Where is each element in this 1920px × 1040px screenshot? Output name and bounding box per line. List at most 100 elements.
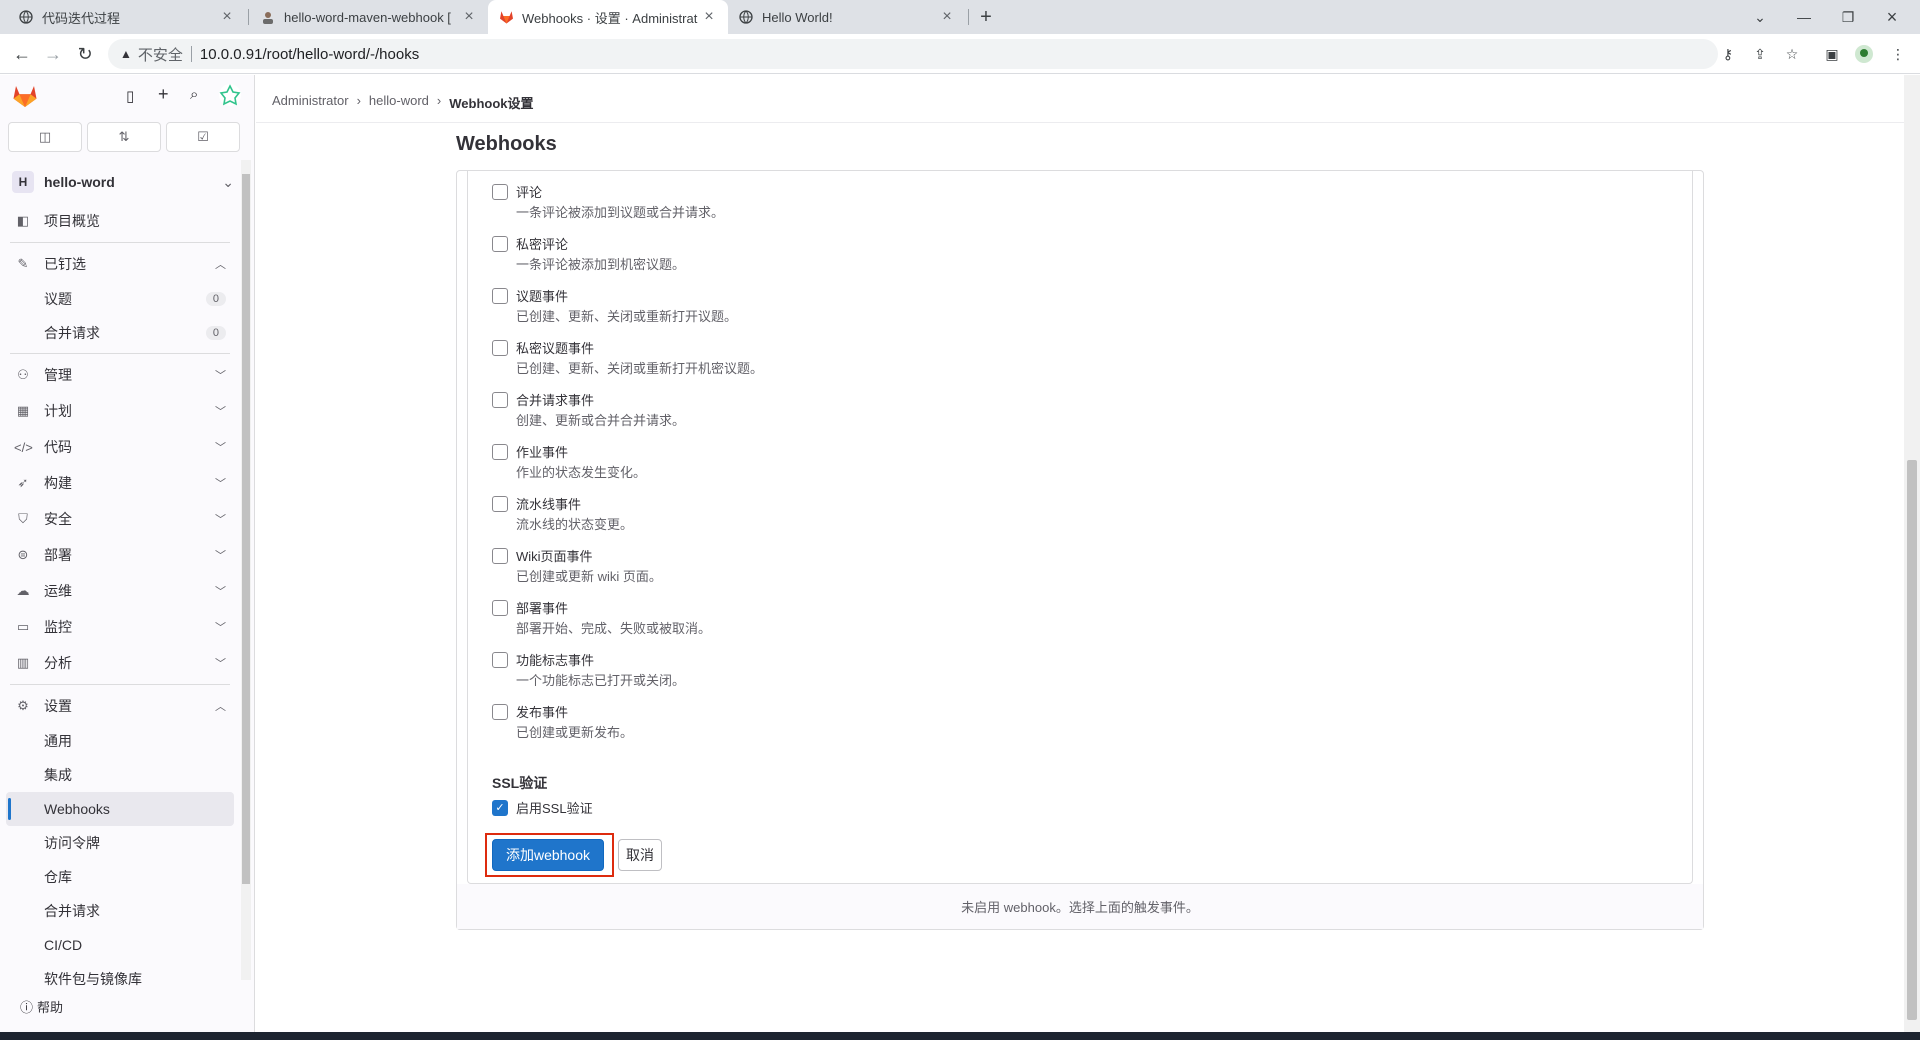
chevron-down-icon: ﹀ [215,442,226,454]
sidebar-item-merge-requests[interactable]: 合并请求 0 [0,316,240,350]
sidebar-item-issues[interactable]: 议题 0 [0,282,240,316]
sidebar-item-general[interactable]: 通用 [0,724,240,758]
event-checkbox[interactable] [492,704,508,720]
event-description: 已创建、更新、关闭或重新打开机密议题。 [516,361,764,376]
sidebar-item-deploy[interactable]: ⊜ 部署 ﹀ [0,537,240,573]
gitlab-logo-icon[interactable] [12,84,38,113]
add-webhook-button[interactable]: 添加webhook [492,839,604,871]
sidebar-item-code[interactable]: </> 代码 ﹀ [0,429,240,465]
reload-icon[interactable]: ↻ [73,42,97,66]
help-link[interactable]: ⓘ 帮助 [20,997,63,1016]
scrollbar-thumb[interactable] [1907,460,1917,1020]
sidebar-item-webhooks[interactable]: Webhooks [6,792,234,826]
profile-avatar-icon[interactable] [1852,42,1876,66]
new-tab-button[interactable]: + [964,0,1008,34]
create-new-icon[interactable]: + [158,84,169,105]
globe-icon [18,9,34,25]
close-icon[interactable]: × [460,8,478,26]
chevron-down-icon: ﹀ [215,370,226,382]
event-label: 作业事件 [516,445,569,460]
event-label: 评论 [516,185,543,200]
event-label: 合并请求事件 [516,393,595,408]
scrollbar-thumb[interactable] [242,174,250,884]
event-checkbox[interactable] [492,340,508,356]
forward-icon[interactable]: → [41,42,65,66]
sidebar-item-repository[interactable]: 仓库 [0,860,240,894]
sidebar-item-monitor[interactable]: ▭ 监控 ﹀ [0,609,240,645]
event-description: 作业的状态发生变化。 [516,465,647,480]
event-checkbox[interactable] [492,392,508,408]
sidebar-item-packages-registries[interactable]: 软件包与镜像库 [0,962,240,996]
bookmark-star-icon[interactable]: ☆ [1780,42,1804,66]
sidebar-item-build[interactable]: ➶ 构建 ﹀ [0,465,240,501]
ssl-verification-option[interactable]: ✓ 启用SSL验证 [492,798,593,817]
event-checkbox[interactable] [492,548,508,564]
cancel-button[interactable]: 取消 [618,839,662,871]
sidebar-item-label: 分析 [44,655,72,671]
project-switcher[interactable]: H hello-word ⌄ [8,165,240,199]
sidebar-item-merge-request-settings[interactable]: 合并请求 [0,894,240,928]
issues-icon[interactable]: ◫ [8,122,82,152]
user-avatar-icon[interactable] [218,83,242,112]
event-checkbox[interactable] [492,600,508,616]
browser-tab[interactable]: hello-word-maven-webhook [ × [250,0,488,34]
todo-icon[interactable]: ☑ [166,122,240,152]
sidebar-header: ▯ + ⌕ [0,75,255,117]
browser-tab[interactable]: Hello World! × [728,0,966,34]
browser-tab[interactable]: 代码迭代过程 × [8,0,246,34]
sidebar-item-project-overview[interactable]: ◧ 项目概览 [0,203,240,239]
sidebar-item-access-tokens[interactable]: 访问令牌 [0,826,240,860]
key-icon[interactable]: ⚷ [1716,42,1740,66]
breadcrumb-item[interactable]: Administrator [272,93,349,112]
merge-requests-icon[interactable]: ⇅ [87,122,161,152]
event-checkbox[interactable] [492,496,508,512]
event-checkbox[interactable] [492,288,508,304]
sidebar-item-plan[interactable]: ▦ 计划 ﹀ [0,393,240,429]
sidebar-item-settings[interactable]: ⚙ 设置 ︿ [0,688,240,724]
sidebar-item-integrations[interactable]: 集成 [0,758,240,792]
sidebar-item-operate[interactable]: ☁ 运维 ﹀ [0,573,240,609]
side-panel-icon[interactable]: ▣ [1820,42,1844,66]
event-description: 一条评论被添加到机密议题。 [516,257,686,272]
search-icon[interactable]: ⌕ [190,86,198,103]
page-scrollbar[interactable] [1904,75,1920,1035]
event-label: 私密评论 [516,237,569,252]
event-checkbox[interactable] [492,236,508,252]
event-checkbox[interactable] [492,184,508,200]
sidebar-item-security[interactable]: ⛉ 安全 ﹀ [0,501,240,537]
sidebar-item-label: 管理 [44,367,72,383]
event-label: Wiki页面事件 [516,549,593,564]
breadcrumb-item[interactable]: hello-word [369,93,429,112]
event-checkbox[interactable] [492,652,508,668]
browser-menu-icon[interactable]: ⋮ [1886,42,1910,66]
browser-tab-active[interactable]: Webhooks · 设置 · Administrat × [488,0,728,34]
share-icon[interactable]: ⇪ [1748,42,1772,66]
sidebar-item-analyze[interactable]: ▥ 分析 ﹀ [0,645,240,681]
sidebar-item-manage[interactable]: ⚇ 管理 ﹀ [0,357,240,393]
sidebar-toggle-icon[interactable]: ▯ [126,87,134,105]
sidebar-item-pinned[interactable]: ✎ 已钉选 ︿ [0,246,240,282]
close-icon[interactable]: × [218,8,236,26]
sidebar-counters: ◫ ⇅ ☑ [8,122,240,152]
users-icon: ⚇ [17,367,29,382]
close-icon[interactable]: × [938,8,956,26]
ssl-label: 启用SSL验证 [516,801,593,816]
sidebar-item-label: 合并请求 [44,903,100,919]
address-bar[interactable]: ▲ 不安全 10.0.0.91/root/hello-word/-/hooks [108,39,1718,69]
minimize-icon[interactable]: — [1782,0,1826,34]
breadcrumb-current[interactable]: Webhook设置 [449,93,533,112]
monitor-icon: ▭ [16,619,30,634]
tab-search-icon[interactable]: ⌄ [1738,0,1782,34]
close-window-icon[interactable]: × [1870,0,1914,34]
sidebar-scrollbar[interactable] [241,160,251,980]
event-checkbox[interactable] [492,444,508,460]
event-label: 功能标志事件 [516,653,595,668]
event-description: 一条评论被添加到议题或合并请求。 [516,205,725,220]
restore-icon[interactable]: ❐ [1826,0,1870,34]
count-badge: 0 [205,292,226,306]
checkmark-icon[interactable]: ✓ [492,799,508,816]
url-text[interactable]: 10.0.0.91/root/hello-word/-/hooks [200,46,419,63]
close-icon[interactable]: × [700,8,718,26]
sidebar-item-cicd[interactable]: CI/CD [0,928,240,962]
back-icon[interactable]: ← [10,42,34,66]
